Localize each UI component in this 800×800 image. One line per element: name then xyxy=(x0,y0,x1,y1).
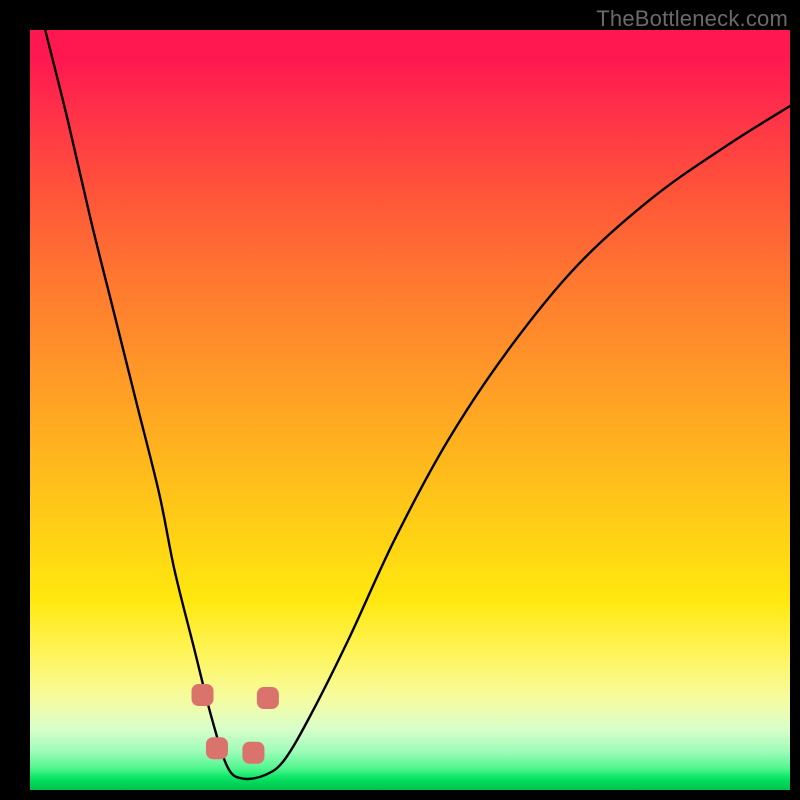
chart-marker xyxy=(242,742,264,764)
chart-marker xyxy=(206,737,228,759)
chart-line xyxy=(45,30,790,779)
chart-marker xyxy=(192,684,214,706)
chart-plot-area xyxy=(30,30,790,790)
chart-markers xyxy=(192,684,279,764)
watermark-text: TheBottleneck.com xyxy=(596,6,788,32)
chart-marker xyxy=(257,687,279,709)
app-frame: TheBottleneck.com xyxy=(0,0,800,800)
chart-svg xyxy=(30,30,790,790)
